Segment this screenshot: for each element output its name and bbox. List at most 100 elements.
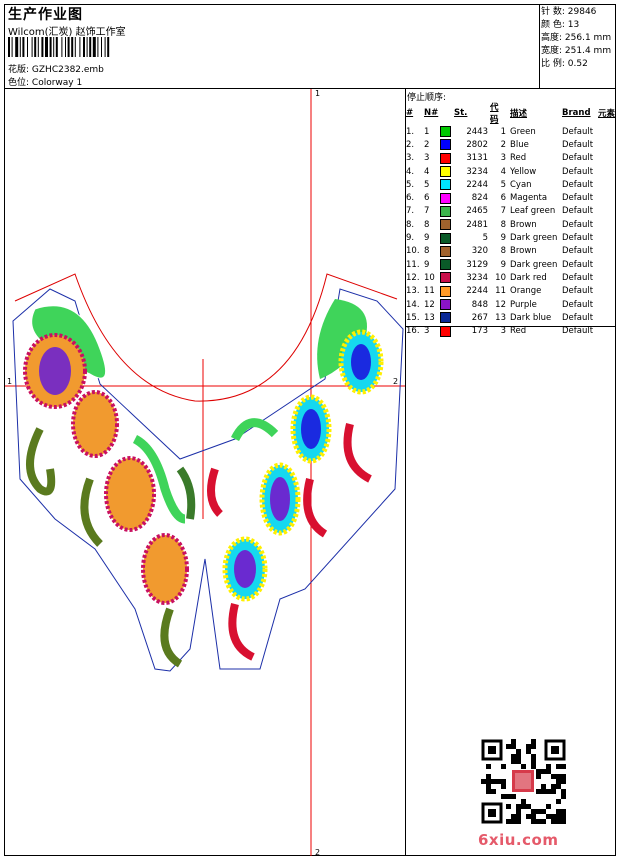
embroidery-design bbox=[5, 89, 405, 856]
color-swatch bbox=[440, 192, 451, 204]
row-needle: 2 bbox=[424, 139, 430, 150]
row-index: 8. bbox=[406, 219, 415, 230]
col-brand: Brand bbox=[562, 108, 591, 118]
table-row: 13. 11 2244 11 Orange Default bbox=[406, 285, 615, 298]
row-swatch bbox=[440, 231, 454, 244]
table-row: 5. 5 2244 5 Cyan Default bbox=[406, 178, 615, 191]
row-code: 3 bbox=[500, 153, 506, 164]
row-stitches: 2244 bbox=[466, 286, 488, 297]
row-swatch bbox=[440, 311, 454, 324]
table-row: 11. 9 3129 9 Dark green Default bbox=[406, 258, 615, 271]
row-brand: Default bbox=[562, 326, 594, 337]
row-needle: 8 bbox=[424, 219, 430, 230]
row-element bbox=[598, 125, 615, 138]
row-brand: Default bbox=[562, 153, 594, 164]
row-element bbox=[598, 218, 615, 231]
color-swatch bbox=[440, 285, 451, 297]
row-description: Dark blue bbox=[510, 312, 552, 323]
color-swatch bbox=[440, 312, 451, 324]
row-index: 3. bbox=[406, 153, 415, 164]
row-index: 12. bbox=[406, 272, 420, 283]
row-description: Red bbox=[510, 153, 527, 164]
company-name: Wilcom(汇炭) 赵饰工作室 bbox=[8, 27, 126, 38]
row-code: 11 bbox=[495, 286, 506, 297]
row-stitches: 3131 bbox=[466, 153, 488, 164]
row-description: Dark green bbox=[510, 259, 558, 270]
row-description: Leaf green bbox=[510, 206, 556, 217]
stat-stitches: 针 数: 29846 bbox=[541, 7, 597, 17]
row-swatch bbox=[440, 324, 454, 337]
row-brand: Default bbox=[562, 259, 594, 270]
row-brand: Default bbox=[562, 179, 594, 190]
row-element bbox=[598, 178, 615, 191]
row-needle: 7 bbox=[424, 206, 430, 217]
row-element bbox=[598, 152, 615, 165]
row-code: 7 bbox=[500, 206, 506, 217]
stop-sequence-body: 1. 1 2443 1 Green Default 2. 2 2802 2 Blue Default 3… bbox=[406, 125, 615, 338]
row-index: 11. bbox=[406, 259, 420, 270]
right-paisley-cluster bbox=[207, 299, 384, 661]
row-needle: 11 bbox=[424, 286, 435, 297]
stat-height: 高度: 256.1 mm bbox=[541, 33, 612, 43]
color-swatch bbox=[440, 325, 451, 337]
row-swatch bbox=[440, 245, 454, 258]
color-swatch bbox=[440, 205, 451, 217]
row-swatch bbox=[440, 218, 454, 231]
design-file-label: 花版: bbox=[8, 65, 30, 75]
row-code: 9 bbox=[500, 259, 506, 270]
row-needle: 1 bbox=[424, 126, 430, 137]
row-description: Yellow bbox=[510, 166, 537, 177]
row-stitches: 2244 bbox=[466, 179, 488, 190]
stop-sequence-table: # N# St. 代码 描述 Brand 元素 1. 1 2443 1 Green Def… bbox=[406, 101, 615, 338]
row-description: Brown bbox=[510, 246, 537, 257]
row-element bbox=[598, 311, 615, 324]
colorway-value: Colorway 1 bbox=[31, 78, 83, 88]
row-brand: Default bbox=[562, 193, 594, 204]
table-row: 1. 1 2443 1 Green Default bbox=[406, 125, 615, 138]
row-brand: Default bbox=[562, 286, 594, 297]
marker-left: 1 bbox=[7, 377, 13, 386]
row-index: 4. bbox=[406, 166, 415, 177]
row-element bbox=[598, 324, 615, 337]
stat-colors: 颜 色: 13 bbox=[541, 20, 580, 30]
marker-top: 1 bbox=[315, 89, 321, 98]
row-needle: 13 bbox=[424, 312, 435, 323]
row-index: 15. bbox=[406, 312, 420, 323]
row-index: 2. bbox=[406, 139, 415, 150]
color-swatch bbox=[440, 152, 451, 164]
row-element bbox=[598, 285, 615, 298]
page-title: 生产作业图 bbox=[8, 7, 83, 23]
row-stitches: 320 bbox=[471, 246, 488, 257]
table-row: 4. 4 3234 4 Yellow Default bbox=[406, 165, 615, 178]
design-file-line: 花版: GZHC2382.emb bbox=[8, 62, 104, 75]
row-index: 13. bbox=[406, 286, 420, 297]
row-brand: Default bbox=[562, 272, 594, 283]
row-code: 12 bbox=[495, 299, 506, 310]
color-swatch bbox=[440, 139, 451, 151]
row-brand: Default bbox=[562, 219, 594, 230]
col-description: 描述 bbox=[510, 109, 528, 119]
row-needle: 5 bbox=[424, 179, 430, 190]
colorway-line: 色位: Colorway 1 bbox=[8, 75, 82, 88]
row-code: 9 bbox=[500, 233, 506, 244]
row-stitches: 2802 bbox=[466, 139, 488, 150]
design-stats: 针 数: 29846 颜 色: 13 高度: 256.1 mm 宽度: 251.… bbox=[541, 6, 611, 71]
col-element: 元素 bbox=[598, 109, 616, 119]
row-brand: Default bbox=[562, 312, 594, 323]
table-row: 9. 9 5 9 Dark green Default bbox=[406, 231, 615, 244]
row-index: 9. bbox=[406, 233, 415, 244]
row-element bbox=[598, 258, 615, 271]
color-swatch bbox=[440, 126, 451, 138]
row-stitches: 2443 bbox=[466, 126, 488, 137]
row-description: Red bbox=[510, 326, 527, 337]
table-row: 10. 8 320 8 Brown Default bbox=[406, 245, 615, 258]
row-code: 4 bbox=[500, 166, 506, 177]
row-stitches: 5 bbox=[482, 233, 488, 244]
marker-right: 2 bbox=[393, 377, 399, 386]
row-stitches: 848 bbox=[471, 299, 488, 310]
row-stitches: 3234 bbox=[466, 166, 488, 177]
row-swatch bbox=[440, 258, 454, 271]
row-description: Blue bbox=[510, 139, 529, 150]
col-swatch bbox=[440, 101, 454, 125]
table-row: 7. 7 2465 7 Leaf green Default bbox=[406, 205, 615, 218]
